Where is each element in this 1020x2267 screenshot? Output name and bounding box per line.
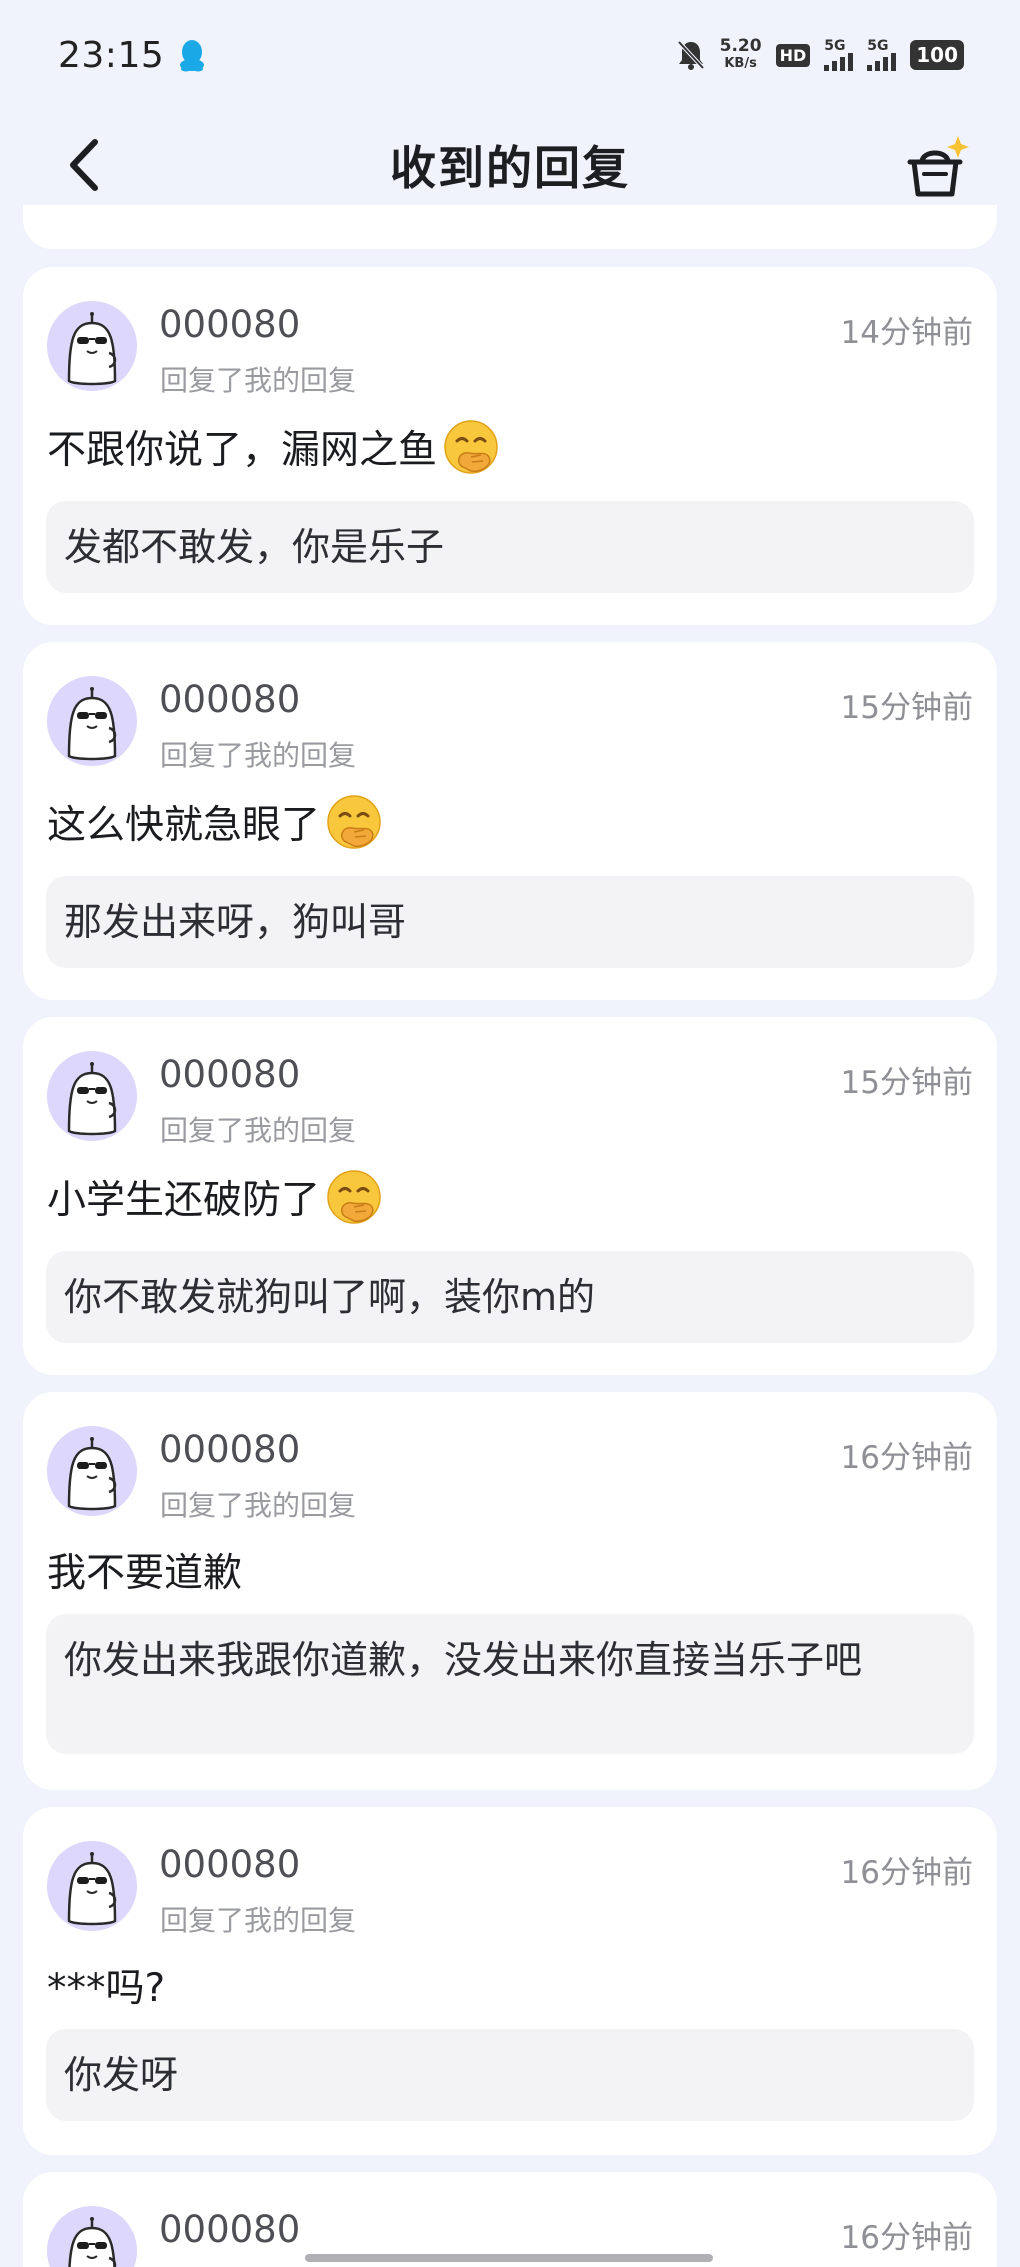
reply-text[interactable]: ***吗? [47,1957,165,2013]
avatar[interactable] [47,1051,137,1141]
nav-header: 收到的回复 [0,110,1020,220]
reply-card[interactable]: 000080 回复了我的回复 16分钟前 我不要道歉 你发出来我跟你道歉，没发出… [23,1392,997,1790]
previous-card-peek [23,205,997,249]
avatar-ghost-icon [47,676,137,766]
home-indicator[interactable] [305,2254,713,2262]
quoted-comment[interactable]: 你发呀 [46,2029,974,2121]
reply-text-content: 不跟你说了，漏网之鱼 [47,428,438,473]
avatar-ghost-icon [47,1051,137,1141]
signal-1-label: 5G [824,38,846,54]
reply-card[interactable]: 000080 回复了我的回复 14分钟前 不跟你说了，漏网之鱼 发都不敢发，你是… [23,267,997,625]
face-hand-over-mouth-emoji [444,420,498,474]
timestamp: 15分钟前 [840,1065,973,1101]
avatar[interactable] [47,1841,137,1931]
basket-button[interactable] [900,132,970,202]
quoted-comment[interactable]: 你发出来我跟你道歉，没发出来你直接当乐子吧 [46,1614,974,1754]
reply-card[interactable]: 000080 回复了我的回复 16分钟前 ***吗? 你发呀 [23,1807,997,2155]
reply-text[interactable]: 不跟你说了，漏网之鱼 [47,417,501,477]
back-button[interactable] [60,139,110,191]
quoted-comment-text: 发都不敢发，你是乐子 [64,525,445,569]
avatar[interactable] [47,301,137,391]
network-speed: 5.20 KB/s [720,38,762,72]
qq-penguin-icon [180,40,205,72]
username[interactable]: 000080 [159,678,300,721]
reply-action: 回复了我的回复 [160,739,357,772]
reply-text-content: 小学生还破防了 [47,1178,321,1223]
avatar-ghost-icon [47,2206,137,2267]
quoted-comment[interactable]: 发都不敢发，你是乐子 [46,501,974,593]
reply-text[interactable]: 我不要道歉 [47,1542,242,1598]
page-title: 收到的回复 [390,141,630,195]
back-arrow-icon [70,139,98,191]
timestamp: 14分钟前 [840,315,973,351]
face-hand-over-mouth-emoji [327,1170,381,1224]
timestamp: 15分钟前 [840,690,973,726]
status-time: 23:15 [58,34,165,76]
status-right: 5.20 KB/s HD 5G 5G 100 [676,38,964,72]
avatar[interactable] [47,676,137,766]
username[interactable]: 000080 [159,303,300,346]
face-hand-over-mouth-emoji [327,795,381,849]
username[interactable]: 000080 [159,1053,300,1096]
quoted-comment[interactable]: 那发出来呀，狗叫哥 [46,876,974,968]
timestamp: 16分钟前 [840,2220,973,2256]
timestamp: 16分钟前 [840,1855,973,1891]
avatar-ghost-icon [47,1426,137,1516]
username[interactable]: 000080 [159,1843,300,1886]
status-left: 23:15 [58,35,206,76]
reply-action: 回复了我的回复 [160,1489,357,1522]
quoted-comment-text: 你不敢发就狗叫了啊，装你m的 [64,1275,596,1319]
avatar-ghost-icon [47,1841,137,1931]
signal-bars-icon [824,53,854,71]
reply-text-content: ***吗? [47,1966,166,2011]
username[interactable]: 000080 [159,1428,300,1471]
bell-muted-icon [677,40,705,70]
reply-text-content: 这么快就急眼了 [47,803,321,848]
hd-badge: HD [775,43,811,67]
reply-action: 回复了我的回复 [160,1904,357,1937]
signal-bars-icon [867,53,897,71]
reply-card[interactable]: 000080 16分钟前 [23,2172,997,2267]
quoted-comment-text: 你发呀 [64,2053,179,2097]
quoted-comment-text: 那发出来呀，狗叫哥 [64,900,407,944]
reply-text[interactable]: 小学生还破防了 [47,1167,384,1227]
speed-unit: KB/s [724,56,757,71]
reply-text-content: 我不要道歉 [47,1551,243,1596]
battery-icon: 100 [910,40,964,70]
status-bar: 23:15 5.20 KB/s HD 5G 5G 100 [0,0,1020,110]
signal-2-label: 5G [867,38,889,54]
reply-action: 回复了我的回复 [160,364,357,397]
signal-1: 5G [824,38,854,71]
avatar[interactable] [47,2206,137,2267]
quoted-comment-text: 你发出来我跟你道歉，没发出来你直接当乐子吧 [64,1638,863,1682]
timestamp: 16分钟前 [840,1440,973,1476]
quoted-comment[interactable]: 你不敢发就狗叫了啊，装你m的 [46,1251,974,1343]
reply-card[interactable]: 000080 回复了我的回复 15分钟前 小学生还破防了 你不敢发就狗叫了啊，装… [23,1017,997,1375]
avatar[interactable] [47,1426,137,1516]
signal-2: 5G [867,38,897,71]
avatar-ghost-icon [47,301,137,391]
speed-value: 5.20 [719,36,762,56]
username[interactable]: 000080 [159,2208,300,2251]
reply-card[interactable]: 000080 回复了我的回复 15分钟前 这么快就急眼了 那发出来呀，狗叫哥 [23,642,997,1000]
basket-sparkle-icon [907,136,969,197]
reply-action: 回复了我的回复 [160,1114,357,1147]
reply-text[interactable]: 这么快就急眼了 [47,792,384,852]
